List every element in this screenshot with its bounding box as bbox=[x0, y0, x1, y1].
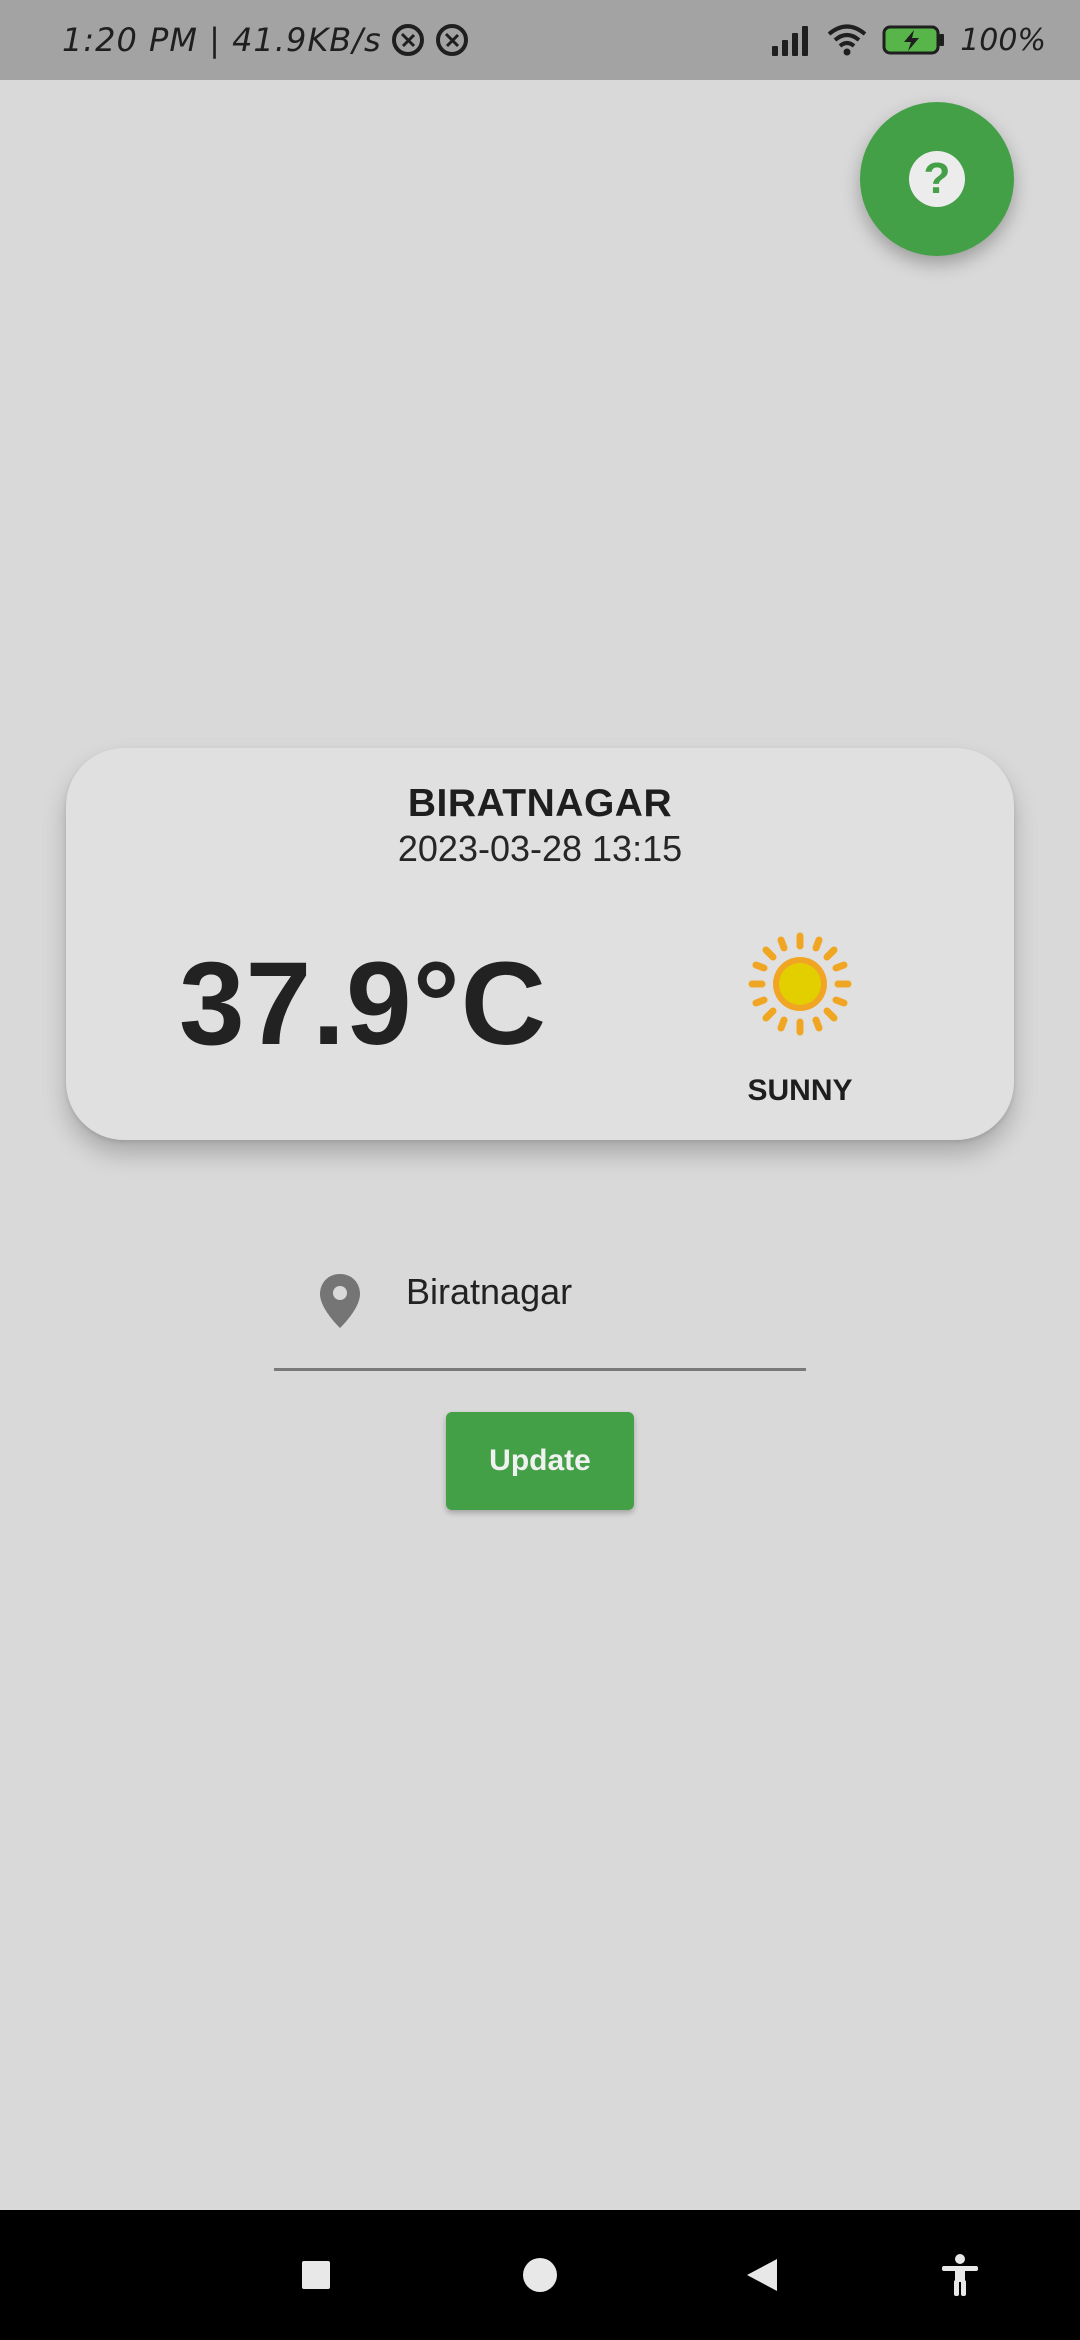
update-button-label: Update bbox=[489, 1444, 591, 1477]
status-time-speed: 1:20 PM | 41.9KB/s bbox=[62, 21, 382, 59]
status-bar: 1:20 PM | 41.9KB/s 100% bbox=[0, 0, 1080, 80]
weather-datetime: 2023-03-28 13:15 bbox=[397, 828, 683, 869]
city-name: BIRATNAGAR bbox=[407, 782, 673, 825]
help-icon: ? bbox=[909, 151, 965, 207]
data-saver-icon bbox=[391, 24, 424, 56]
help-glyph: ? bbox=[923, 154, 951, 203]
accessibility-button[interactable] bbox=[910, 2210, 1010, 2340]
home-icon bbox=[523, 2258, 557, 2292]
sun-icon bbox=[748, 932, 852, 1036]
recents-button[interactable] bbox=[266, 2210, 366, 2340]
location-pin-icon bbox=[320, 1274, 360, 1328]
wifi-icon bbox=[827, 24, 867, 56]
navigation-bar bbox=[0, 2210, 1080, 2340]
back-icon bbox=[747, 2259, 777, 2291]
accessibility-icon bbox=[942, 2254, 978, 2296]
update-button[interactable]: Update bbox=[446, 1412, 634, 1510]
signal-icon bbox=[772, 26, 809, 56]
battery-charging-icon bbox=[882, 25, 945, 55]
back-button[interactable] bbox=[712, 2210, 812, 2340]
help-button[interactable]: ? bbox=[860, 102, 1014, 256]
status-right: 100% bbox=[770, 0, 1046, 80]
location-input[interactable] bbox=[406, 1262, 786, 1322]
battery-percent: 100% bbox=[960, 22, 1046, 58]
recents-icon bbox=[302, 2261, 330, 2289]
home-button[interactable] bbox=[490, 2210, 590, 2340]
temperature: 37.9°C bbox=[178, 938, 548, 1070]
weather-card: BIRATNAGAR 2023-03-28 13:15 37.9°C SUNNY bbox=[66, 748, 1014, 1140]
status-left: 1:20 PM | 41.9KB/s bbox=[62, 0, 470, 80]
weather-condition: SUNNY bbox=[747, 1074, 853, 1107]
data-saver-icon bbox=[435, 24, 468, 56]
location-field[interactable] bbox=[274, 1252, 806, 1371]
